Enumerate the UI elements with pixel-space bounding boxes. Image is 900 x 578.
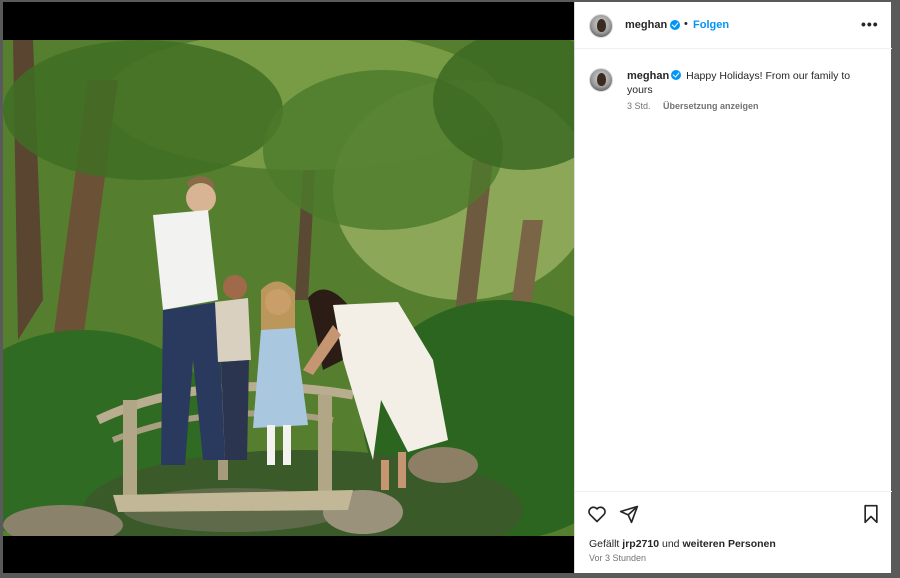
bookmark-icon[interactable]	[862, 504, 880, 529]
likes-summary: Gefällt jrp2710 und weiteren Personen	[589, 538, 776, 550]
post-actions: Gefällt jrp2710 und weiteren Personen Vo…	[575, 491, 892, 573]
avatar[interactable]	[589, 14, 613, 38]
header-username[interactable]: meghan	[625, 19, 667, 31]
translate-link[interactable]: Übersetzung anzeigen	[663, 101, 759, 111]
heart-icon[interactable]	[587, 504, 607, 529]
likes-prefix: Gefällt	[589, 538, 620, 550]
send-icon[interactable]	[619, 504, 639, 529]
likes-join: und	[661, 538, 680, 550]
photo-illustration	[3, 40, 574, 536]
caption-username[interactable]: meghan	[627, 70, 669, 82]
likes-others[interactable]: weiteren Personen	[682, 538, 775, 550]
post-header: meghan • Folgen •••	[575, 2, 892, 49]
verified-badge-icon	[670, 20, 680, 30]
caption-meta: 3 Std. Übersetzung anzeigen	[627, 101, 769, 111]
post-age-long[interactable]: Vor 3 Stunden	[589, 553, 646, 563]
post-age-short[interactable]: 3 Std.	[627, 101, 651, 111]
more-options-icon[interactable]: •••	[861, 16, 879, 32]
media-pane	[3, 2, 574, 573]
verified-badge-icon	[671, 70, 682, 80]
likes-user[interactable]: jrp2710	[622, 538, 659, 550]
separator-dot: •	[684, 18, 688, 30]
caption-avatar[interactable]	[589, 68, 613, 92]
caption-text-block: meghan Happy Holidays! From our family t…	[627, 69, 877, 97]
post-photo[interactable]	[3, 40, 574, 536]
post-sidebar: meghan • Folgen ••• meghan Happy Holiday…	[574, 2, 892, 573]
follow-button[interactable]: Folgen	[693, 19, 729, 31]
